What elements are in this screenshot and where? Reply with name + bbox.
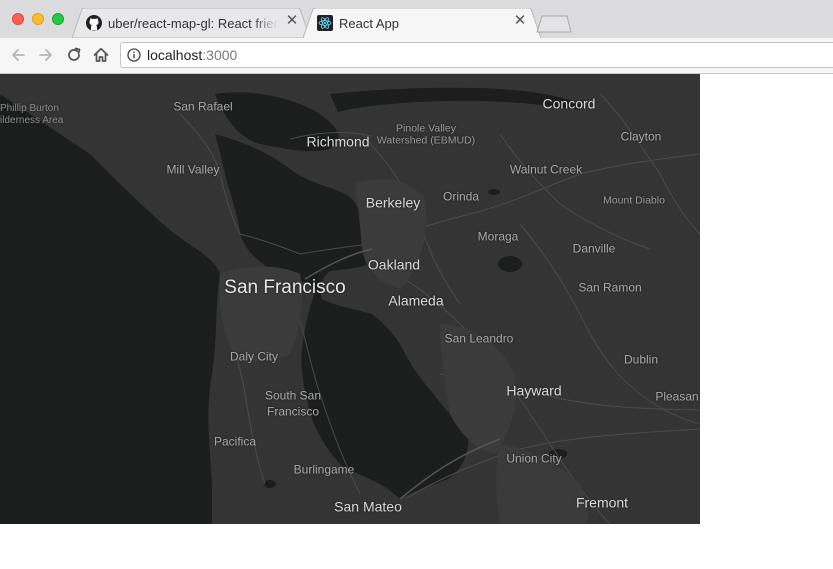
label-pinole-valley: Pinole Valley: [396, 122, 456, 135]
maximize-window-button[interactable]: [52, 13, 64, 25]
url-port: :3000: [202, 47, 238, 63]
label-union-city: Union City: [506, 451, 562, 466]
tab-github[interactable]: uber/react-map-gl: React friendly API wr…: [72, 8, 310, 38]
new-tab-button[interactable]: [536, 15, 572, 33]
label-mill-valley: Mill Valley: [166, 162, 220, 177]
label-burlingame: Burlingame: [293, 462, 355, 477]
label-clayton: Clayton: [620, 129, 662, 144]
label-san-leandro: San Leandro: [444, 331, 514, 346]
url-host: localhost: [147, 47, 203, 63]
tab-react-app[interactable]: React App ✕: [303, 8, 541, 38]
tab-strip: uber/react-map-gl: React friendly API wr…: [0, 0, 833, 38]
reservoir: [264, 480, 276, 488]
label-phillip-burton: Phillip Burton: [0, 103, 59, 114]
address-bar[interactable]: localhost:3000: [120, 42, 833, 68]
label-south-san-francisco-1: South San: [264, 388, 322, 403]
label-berkeley: Berkeley: [365, 194, 421, 211]
reload-icon[interactable]: [64, 45, 84, 65]
label-south-san-francisco-2: Francisco: [266, 404, 320, 419]
label-danville: Danville: [572, 241, 616, 256]
label-orinda: Orinda: [442, 189, 480, 204]
map-canvas[interactable]: San Francisco Oakland Berkeley Richmond …: [0, 74, 700, 524]
info-icon[interactable]: [127, 48, 141, 62]
browser-toolbar: localhost:3000: [0, 38, 833, 74]
label-pleasanton: Pleasan: [655, 389, 699, 404]
label-san-ramon: San Ramon: [578, 280, 642, 295]
label-san-francisco: San Francisco: [224, 277, 346, 298]
label-richmond: Richmond: [306, 133, 370, 150]
close-tab-icon[interactable]: ✕: [285, 13, 299, 28]
back-arrow-icon[interactable]: [8, 45, 28, 65]
label-san-rafael: San Rafael: [173, 99, 233, 114]
minimize-window-button[interactable]: [32, 13, 44, 25]
label-fremont: Fremont: [575, 494, 629, 511]
github-icon: [86, 15, 102, 31]
label-concord: Concord: [542, 95, 596, 112]
home-icon[interactable]: [91, 45, 111, 65]
close-window-button[interactable]: [12, 13, 24, 25]
label-hayward: Hayward: [506, 382, 562, 399]
react-icon: [317, 15, 333, 31]
tab-title: uber/react-map-gl: React friendly API wr…: [108, 16, 278, 31]
label-mount-diablo: Mount Diablo: [603, 194, 665, 207]
reservoir: [498, 256, 522, 272]
url-text: localhost:3000: [147, 47, 237, 63]
reservoir: [488, 189, 500, 195]
label-oakland: Oakland: [367, 256, 421, 273]
label-phillip-burton-area: ilderness Area: [0, 115, 64, 126]
tab-title: React App: [339, 16, 399, 31]
close-tab-icon[interactable]: ✕: [513, 13, 527, 28]
label-moraga: Moraga: [477, 229, 519, 244]
label-alameda: Alameda: [388, 292, 444, 309]
label-dublin: Dublin: [623, 352, 659, 367]
label-daly-city: Daly City: [229, 349, 279, 364]
label-pacifica: Pacifica: [213, 434, 257, 449]
label-walnut-creek: Walnut Creek: [509, 162, 583, 177]
label-san-mateo: San Mateo: [334, 498, 402, 515]
forward-arrow-icon[interactable]: [36, 45, 56, 65]
label-pinole-valley-watershed: Watershed (EBMUD): [376, 134, 476, 147]
